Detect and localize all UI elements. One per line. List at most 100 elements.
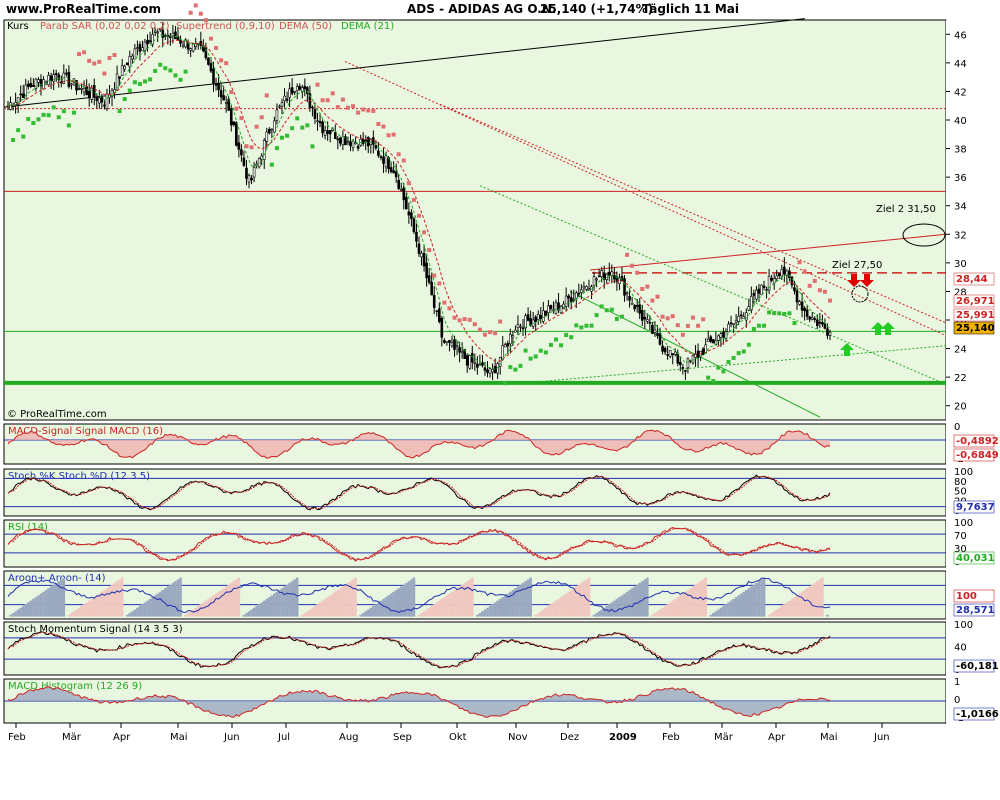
candle-body <box>389 167 393 172</box>
candle-body <box>237 142 241 150</box>
candle-body <box>174 31 177 40</box>
indicator-value-label: -1,0166 <box>956 709 999 720</box>
candle-body <box>52 74 55 82</box>
candle-body <box>470 353 474 363</box>
candle-body <box>630 303 634 305</box>
sar-dot <box>716 365 721 370</box>
sar-dot <box>315 82 320 87</box>
candle-body <box>313 109 317 119</box>
candle-body <box>813 318 817 320</box>
sar-dot <box>792 321 797 326</box>
candle-body <box>316 120 319 122</box>
candle-body <box>453 339 456 350</box>
candle-body <box>87 91 91 98</box>
sar-dot <box>127 88 132 93</box>
sar-dot <box>188 10 193 15</box>
candle-body <box>661 345 664 352</box>
sar-dot <box>386 133 391 138</box>
x-tick-label: Mai <box>170 732 188 743</box>
sar-dot <box>16 128 21 133</box>
candle-body <box>148 40 152 43</box>
candle-body <box>559 306 563 314</box>
sar-dot <box>401 158 406 163</box>
candle-body <box>85 86 88 95</box>
sar-dot <box>117 109 122 114</box>
sar-dot <box>31 121 36 126</box>
candle-body <box>118 76 121 79</box>
sar-dot <box>122 97 127 102</box>
candle-body <box>519 325 522 328</box>
sar-dot <box>442 300 447 305</box>
candle-body <box>326 130 329 134</box>
candle-body <box>595 278 598 281</box>
sar-dot <box>112 53 117 58</box>
sar-dot <box>782 311 787 316</box>
candle-body <box>293 90 296 93</box>
sar-dot <box>305 123 310 128</box>
candle-body <box>131 55 134 60</box>
candle-body <box>623 278 626 296</box>
candle-body <box>679 361 682 365</box>
candle-body <box>379 156 383 158</box>
sar-dot <box>675 323 680 328</box>
sar-dot <box>787 311 792 316</box>
sar-dot <box>625 252 630 257</box>
sar-dot <box>488 330 493 335</box>
candle-body <box>828 331 832 336</box>
candle-body <box>377 150 380 156</box>
candle-body <box>364 139 368 142</box>
target-label: Ziel 27,50 <box>832 260 882 271</box>
y-tick-label: 34 <box>954 202 967 213</box>
x-tick-label: Okt <box>449 732 467 743</box>
candle-body <box>808 316 812 320</box>
sar-dot <box>21 134 26 139</box>
y-tick-label: 30 <box>954 259 967 270</box>
sar-dot <box>376 122 381 127</box>
candle-body <box>146 39 149 45</box>
candle-body <box>98 97 101 104</box>
candle-body <box>719 333 723 338</box>
candle-body <box>534 316 538 322</box>
candle-body <box>278 105 281 108</box>
sar-dot <box>417 213 421 218</box>
sar-dot <box>178 77 183 82</box>
sar-dot <box>158 62 163 67</box>
sar-dot <box>234 106 239 111</box>
candle-body <box>47 74 50 86</box>
indicator-value-label: 100 <box>956 591 977 602</box>
sar-dot <box>285 133 290 138</box>
candle-body <box>138 44 142 52</box>
x-tick-label: Nov <box>508 732 528 743</box>
sar-dot <box>579 325 584 330</box>
candle-body <box>684 370 687 372</box>
candle-body <box>816 319 819 327</box>
sar-dot <box>477 327 482 332</box>
candle-body <box>443 340 446 343</box>
price-level-label: 28,44 <box>956 274 988 285</box>
candle-body <box>125 62 129 66</box>
y-tick-label: 36 <box>954 173 967 184</box>
candle-body <box>77 88 81 90</box>
candle-body <box>727 323 730 333</box>
sar-dot <box>163 66 168 71</box>
candle-body <box>473 362 477 364</box>
sar-dot <box>721 369 726 374</box>
candle-body <box>542 310 545 322</box>
sar-dot <box>280 135 284 140</box>
candle-body <box>488 368 492 374</box>
sar-dot <box>107 55 112 60</box>
candle-body <box>9 102 12 110</box>
candle-body <box>597 275 601 278</box>
sar-dot <box>812 278 817 283</box>
candle-body <box>70 83 73 86</box>
sar-dot <box>569 335 574 340</box>
x-tick-label: Dez <box>560 732 579 743</box>
sar-dot <box>503 381 508 386</box>
candle-body <box>318 121 322 124</box>
sar-dot <box>457 318 462 323</box>
candle-body <box>511 335 515 338</box>
candle-body <box>67 71 71 87</box>
sar-dot <box>452 315 457 320</box>
sar-dot <box>46 113 51 118</box>
candle-body <box>448 339 451 343</box>
